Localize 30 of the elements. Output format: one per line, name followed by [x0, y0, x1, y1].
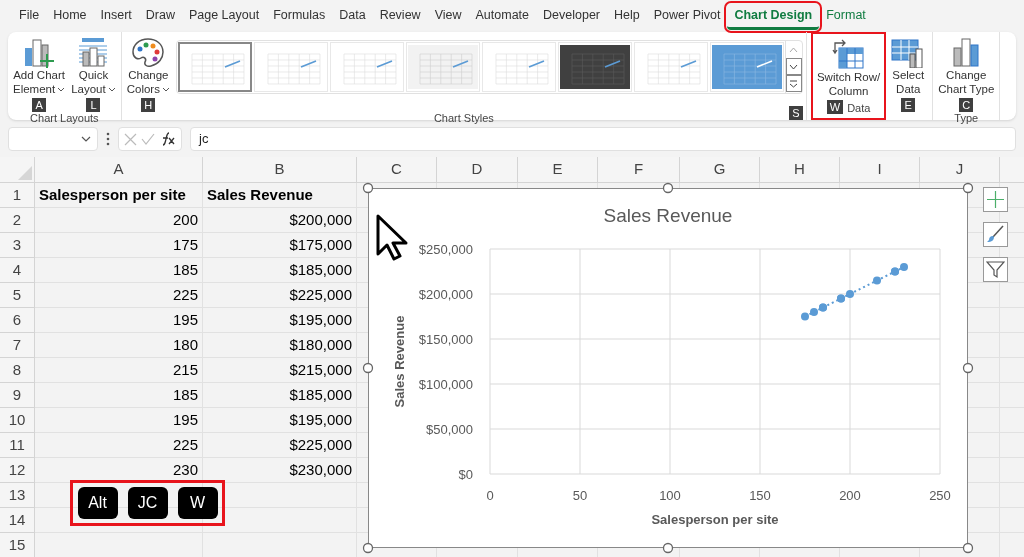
keytip: L — [86, 98, 101, 112]
axis-tick-label: 150 — [749, 488, 771, 503]
keyboard-key: JC — [127, 487, 168, 519]
axis-tick-label: 250 — [929, 488, 951, 503]
axis-tick-label: 100 — [659, 488, 681, 503]
axis-tick-label: $250,000 — [418, 242, 473, 257]
group-label: Chart Styles — [433, 112, 494, 124]
group-label: Chart Layouts — [30, 112, 99, 124]
keytip: H — [141, 98, 156, 112]
keytip: A — [32, 98, 47, 112]
group-label: Data — [847, 102, 871, 114]
axis-tick-label: $200,000 — [418, 287, 473, 302]
keytip: E — [901, 98, 916, 112]
formula-text: jc — [199, 130, 209, 149]
keyboard-key: Alt — [77, 487, 118, 519]
axis-tick-label: 0 — [486, 488, 494, 503]
axis-tick-label: $0 — [458, 467, 473, 482]
keytip: C — [959, 98, 974, 112]
chart-title: Sales Revenue — [603, 205, 733, 226]
y-axis-title: Sales Revenue — [392, 315, 407, 408]
keyboard-key: W — [177, 487, 218, 519]
axis-tick-label: 200 — [839, 488, 861, 503]
axis-tick-label: $150,000 — [418, 332, 473, 347]
x-axis-title: Salesperson per site — [651, 512, 779, 527]
axis-tick-label: $100,000 — [418, 377, 473, 392]
group-label: Type — [954, 112, 979, 124]
keytip: W — [826, 100, 844, 114]
axis-tick-label: $50,000 — [426, 422, 473, 437]
axis-tick-label: 50 — [572, 488, 588, 503]
keytip: S — [788, 106, 803, 120]
